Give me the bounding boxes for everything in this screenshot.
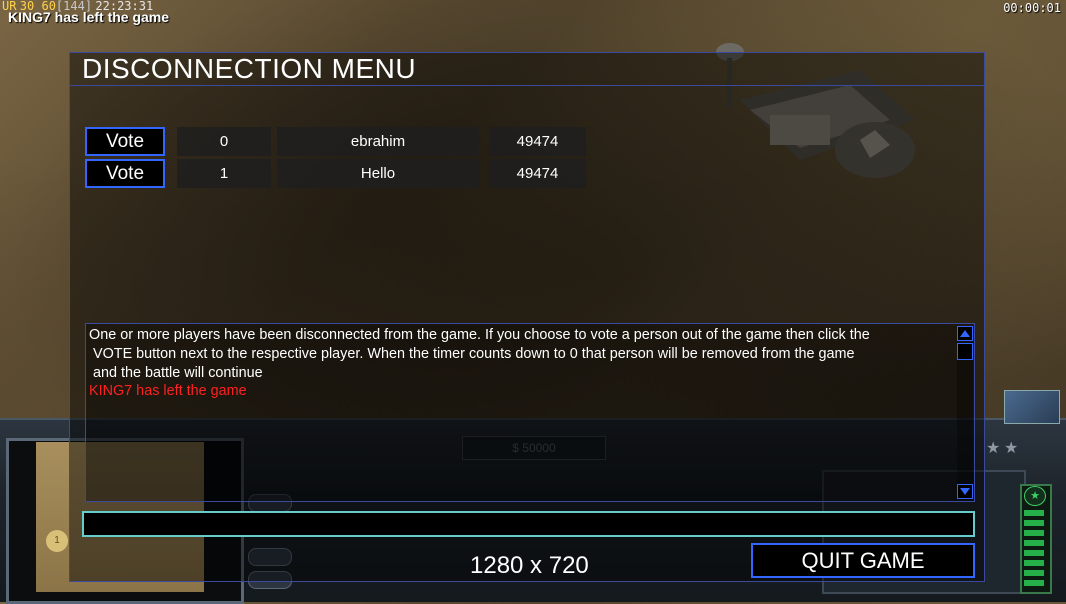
power-meter-segment (1024, 580, 1044, 586)
message-line: VOTE button next to the respective playe… (89, 346, 855, 362)
player-slot: 1 (177, 159, 271, 188)
player-ping: 49474 (489, 159, 586, 188)
arrow-down-icon (960, 488, 970, 495)
message-line: and the battle will continue (89, 365, 263, 381)
power-meter-segment (1024, 520, 1044, 526)
scroll-up-button[interactable] (957, 326, 973, 341)
player-name: Hello (277, 159, 479, 188)
player-name: ebrahim (277, 127, 479, 156)
scroll-thumb[interactable] (957, 343, 973, 360)
power-meter-segment (1024, 530, 1044, 536)
general-star-icon[interactable]: ★ (1024, 486, 1046, 506)
power-meter-segment (1024, 510, 1044, 516)
hud-message: KING7 has left the game (8, 9, 170, 25)
power-meter-segment (1024, 560, 1044, 566)
title-divider (69, 85, 985, 86)
satellite-icon[interactable] (1004, 390, 1060, 424)
chat-input[interactable] (82, 511, 975, 537)
player-slot: 0 (177, 127, 271, 156)
game-timer: 00:00:01 (1003, 1, 1061, 15)
scroll-down-button[interactable] (957, 484, 973, 499)
message-alert: KING7 has left the game (89, 383, 247, 399)
rank-star-icon: ★ (1004, 440, 1019, 457)
player-ping: 49474 (489, 127, 586, 156)
power-meter-segment (1024, 550, 1044, 556)
vote-button[interactable]: Vote (85, 159, 165, 188)
dialog-title: DISCONNECTION MENU (82, 53, 417, 84)
radar-unit-icon: 1 (46, 530, 68, 552)
power-meter-segment (1024, 570, 1044, 576)
quit-game-button[interactable]: QUIT GAME (751, 543, 975, 578)
vote-button[interactable]: Vote (85, 127, 165, 156)
arrow-up-icon (960, 330, 970, 337)
rank-star-icon: ★ (986, 440, 1001, 457)
message-line: One or more players have been disconnect… (89, 327, 870, 343)
power-meter-segment (1024, 540, 1044, 546)
resolution-label: 1280 x 720 (470, 552, 589, 579)
